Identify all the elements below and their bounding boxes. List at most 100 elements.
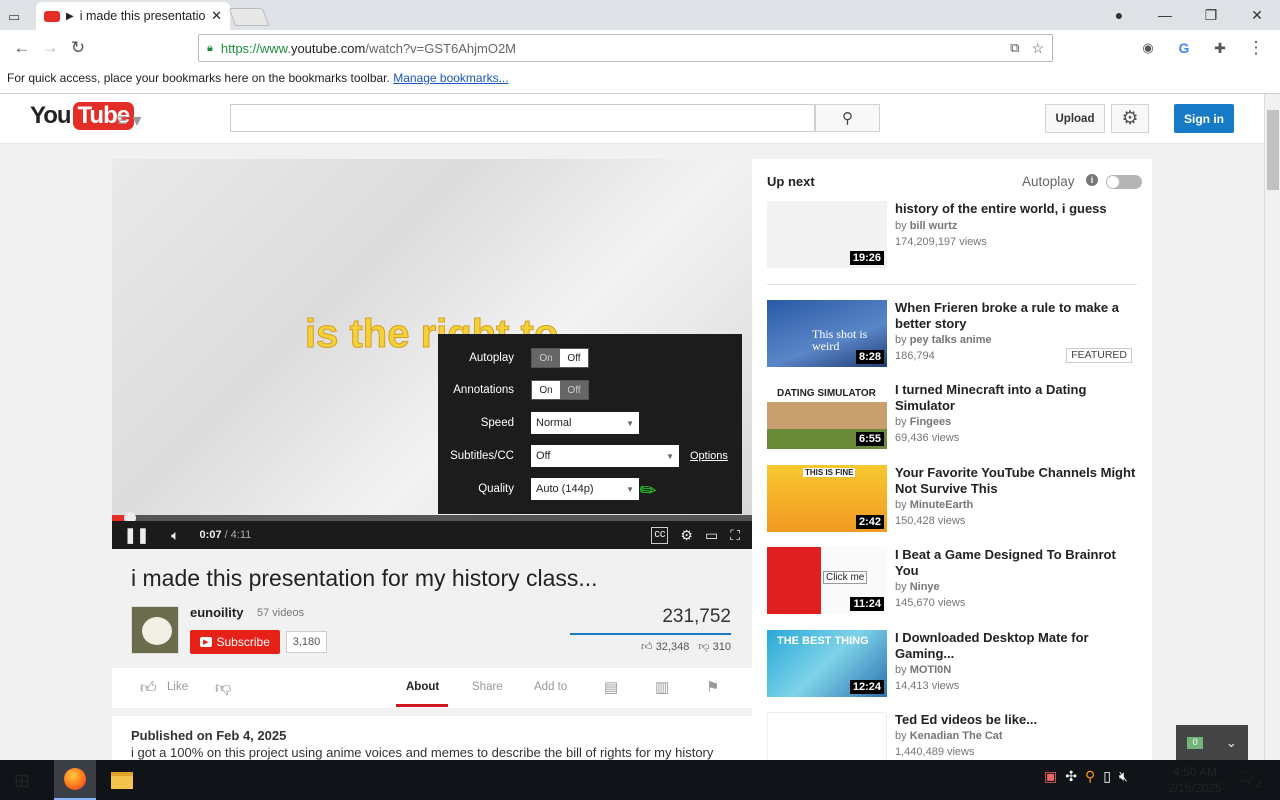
account-icon[interactable]: ●: [1096, 7, 1142, 23]
rec-by: by: [895, 416, 907, 428]
autoplay-on[interactable]: On: [532, 349, 560, 367]
annotations-toggle[interactable]: On Off: [531, 380, 589, 400]
fullscreen-icon[interactable]: ⛶: [730, 527, 740, 544]
video-thumbnail[interactable]: This shot is weird 8:28: [767, 300, 887, 367]
subtitles-select[interactable]: Off ▼: [531, 445, 679, 467]
back-icon[interactable]: ←: [8, 34, 36, 62]
rec-title[interactable]: Your Favorite YouTube Channels Might Not…: [895, 465, 1137, 497]
restore-icon[interactable]: ❐: [1188, 7, 1234, 24]
list-item[interactable]: THIS IS FINE 2:42 Your Favorite YouTube …: [767, 465, 1137, 535]
channel-avatar[interactable]: [131, 606, 179, 654]
clock[interactable]: 4:50 AM 2/15/2025: [1160, 764, 1230, 796]
subscribe-button[interactable]: ▶ Subscribe: [190, 630, 280, 654]
video-thumbnail[interactable]: THE BEST THING 12:24: [767, 630, 887, 697]
transcript-icon[interactable]: ▤: [604, 678, 618, 696]
new-tab-button[interactable]: [228, 8, 270, 26]
firefox-taskbar-icon[interactable]: [54, 760, 96, 800]
dislike-icon[interactable]: 👎︎: [215, 679, 231, 698]
upload-button[interactable]: Upload: [1045, 104, 1105, 133]
rec-title[interactable]: When Frieren broke a rule to make a bett…: [895, 300, 1137, 332]
list-item[interactable]: 19:26 history of the entire world, i gue…: [767, 201, 1137, 271]
rec-channel[interactable]: MOTI0N: [910, 664, 952, 676]
manage-bookmarks-link[interactable]: Manage bookmarks...: [393, 71, 508, 85]
close-tab-icon[interactable]: ✕: [211, 8, 222, 24]
url-path: /watch?v=GST6AhjmO2M: [365, 40, 517, 56]
rec-title[interactable]: history of the entire world, i guess: [895, 201, 1137, 217]
guide-menu-icon[interactable]: ≡ ▾: [117, 110, 142, 131]
menu-icon[interactable]: ⋮: [1242, 34, 1270, 62]
rec-channel[interactable]: bill wurtz: [910, 220, 958, 232]
search-button[interactable]: ⚲: [815, 104, 880, 132]
player-settings-icon[interactable]: ⚙: [680, 527, 693, 544]
captions-icon[interactable]: cc: [651, 526, 669, 544]
tab-about[interactable]: About: [406, 681, 439, 693]
rec-channel[interactable]: Kenadian The Cat: [910, 730, 1003, 742]
file-explorer-taskbar-icon[interactable]: [100, 760, 144, 800]
rec-title[interactable]: Ted Ed videos be like...: [895, 712, 1137, 728]
video-thumbnail[interactable]: DATING SIMULATOR 6:55: [767, 382, 887, 449]
channel-name[interactable]: eunoility: [190, 605, 243, 620]
video-thumbnail[interactable]: 19:26: [767, 201, 887, 268]
info-icon[interactable]: i: [1086, 174, 1098, 186]
minimize-icon[interactable]: —: [1142, 7, 1188, 23]
pause-icon[interactable]: ❚❚: [124, 526, 149, 544]
annotations-off[interactable]: Off: [560, 381, 588, 399]
report-flag-icon[interactable]: ⚑: [706, 678, 719, 696]
action-center-icon[interactable]: 🗨︎2: [1236, 768, 1261, 789]
bookmark-star-icon[interactable]: ☆: [1031, 40, 1044, 57]
list-item[interactable]: This shot is weird 8:28 When Frieren bro…: [767, 300, 1137, 370]
stats-icon[interactable]: ▥: [655, 678, 669, 696]
tab-overview-icon[interactable]: ▭: [8, 9, 20, 25]
settings-button[interactable]: ⚙: [1111, 104, 1149, 133]
annotations-on[interactable]: On: [532, 381, 560, 399]
close-window-icon[interactable]: ✕: [1234, 7, 1280, 24]
rec-title[interactable]: I turned Minecraft into a Dating Simulat…: [895, 382, 1137, 414]
reload-icon[interactable]: ↻: [64, 34, 92, 62]
start-windows-icon[interactable]: ⊞: [14, 770, 30, 793]
quality-select[interactable]: Auto (144p) ▼: [531, 478, 639, 500]
volume-icon[interactable]: 🔈︎: [171, 527, 179, 544]
tray-search-icon[interactable]: ⚲: [1085, 768, 1095, 785]
list-item[interactable]: THE BEST THING 12:24 I Downloaded Deskto…: [767, 630, 1137, 700]
like-button[interactable]: Like: [167, 681, 188, 693]
tab-add-to[interactable]: Add to: [534, 681, 567, 693]
list-item[interactable]: Ted Ed videos be like... by Kenadian The…: [767, 712, 1137, 760]
video-thumbnail[interactable]: THIS IS FINE 2:42: [767, 465, 887, 532]
autoplay-switch[interactable]: [1106, 175, 1142, 189]
rec-channel[interactable]: MinuteEarth: [910, 499, 974, 511]
volume-muted-icon[interactable]: 🔇︎: [1119, 768, 1128, 785]
tab-share[interactable]: Share: [472, 681, 503, 693]
rec-title[interactable]: I Downloaded Desktop Mate for Gaming...: [895, 630, 1137, 662]
rec-channel[interactable]: pey talks anime: [910, 334, 992, 346]
forward-icon[interactable]: →: [36, 34, 64, 62]
rec-channel[interactable]: Ninye: [910, 581, 940, 593]
address-bar[interactable]: 🔒︎ https://www. youtube.com/watch?v=GST6A…: [198, 34, 1053, 62]
chevron-down-icon[interactable]: ⌄: [1226, 735, 1237, 751]
page-scrollbar[interactable]: [1264, 94, 1280, 760]
network-icon[interactable]: ▯: [1103, 768, 1111, 785]
search-input[interactable]: [230, 104, 815, 132]
google-icon[interactable]: G: [1170, 34, 1198, 62]
notification-widget[interactable]: 0 ⌄: [1176, 725, 1248, 760]
cast-icon[interactable]: ⧉: [1010, 40, 1019, 56]
video-thumbnail[interactable]: [767, 712, 887, 760]
sign-in-button[interactable]: Sign in: [1174, 104, 1234, 133]
thumb-text: This shot is weird: [812, 327, 868, 353]
action-center-count: 2: [1256, 779, 1262, 790]
autoplay-off[interactable]: Off: [560, 349, 588, 367]
theater-mode-icon[interactable]: ▭: [705, 527, 718, 544]
speed-select[interactable]: Normal ▼: [531, 412, 639, 434]
list-item[interactable]: DATING SIMULATOR 6:55 I turned Minecraft…: [767, 382, 1137, 452]
rec-title[interactable]: I Beat a Game Designed To Brainrot You: [895, 547, 1137, 579]
rec-channel[interactable]: Fingees: [910, 416, 952, 428]
subtitle-options-link[interactable]: Options: [690, 450, 728, 462]
list-item[interactable]: Click me 11:24 I Beat a Game Designed To…: [767, 547, 1137, 617]
tray-app-icon[interactable]: ▣: [1044, 768, 1057, 785]
extension-icon[interactable]: ◉: [1134, 34, 1162, 62]
autoplay-toggle[interactable]: On Off: [531, 348, 589, 368]
puzzle-icon[interactable]: ✚: [1206, 34, 1234, 62]
video-thumbnail[interactable]: Click me 11:24: [767, 547, 887, 614]
tray-network-app-icon[interactable]: ✣: [1065, 768, 1077, 785]
browser-tab[interactable]: ▶ i made this presentation ✕: [36, 2, 230, 30]
like-icon[interactable]: 👍︎: [140, 679, 157, 698]
